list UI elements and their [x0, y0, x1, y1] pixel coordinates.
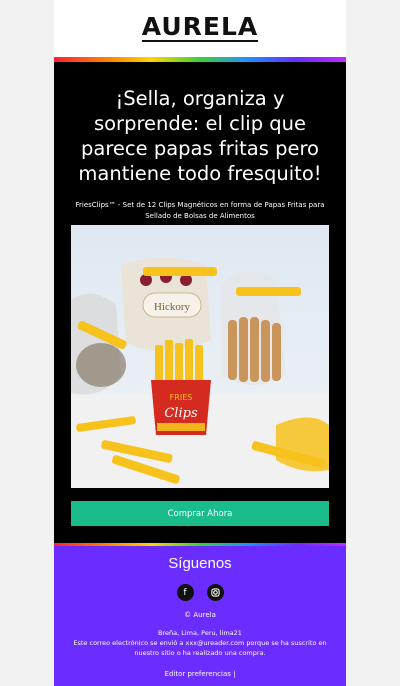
email-container: AURELA ¡Sella, organiza y sorprende: el …: [54, 0, 346, 686]
hero-subtitle: FriesClips™ - Set de 12 Clips Magnéticos…: [75, 201, 325, 220]
shop-now-button[interactable]: Comprar Ahora: [71, 501, 329, 526]
address-line: Breña, Lima, Peru, lima21: [158, 629, 242, 637]
copyright-text: © Aurela: [184, 611, 216, 619]
product-image[interactable]: Hickory FRIES Clips: [71, 225, 329, 488]
social-links: f: [54, 584, 346, 601]
product-illustration: Hickory FRIES Clips: [71, 257, 329, 488]
bag-label-text: Hickory: [154, 301, 191, 313]
edit-preferences-link[interactable]: Editor preferencias |: [54, 670, 346, 678]
footer: Síguenos f © Aurela Breña, Lima, Peru, l…: [54, 543, 346, 686]
hero-headline: ¡Sella, organiza y sorprende: el clip qu…: [78, 87, 322, 185]
rainbow-divider: [54, 57, 346, 62]
header: AURELA: [54, 0, 346, 57]
footer-address: Breña, Lima, Peru, lima21 Este correo el…: [64, 628, 336, 658]
box-top-text: FRIES: [170, 393, 193, 402]
box-main-text: Clips: [164, 406, 198, 421]
follow-us-title: Síguenos: [168, 555, 232, 572]
facebook-icon[interactable]: f: [176, 584, 194, 601]
footer-rainbow-divider: [54, 543, 346, 546]
subscription-notice: Este correo electrónico se envió a xxx@u…: [73, 639, 327, 657]
instagram-icon[interactable]: [206, 584, 224, 601]
brand-logo[interactable]: AURELA: [141, 14, 259, 42]
